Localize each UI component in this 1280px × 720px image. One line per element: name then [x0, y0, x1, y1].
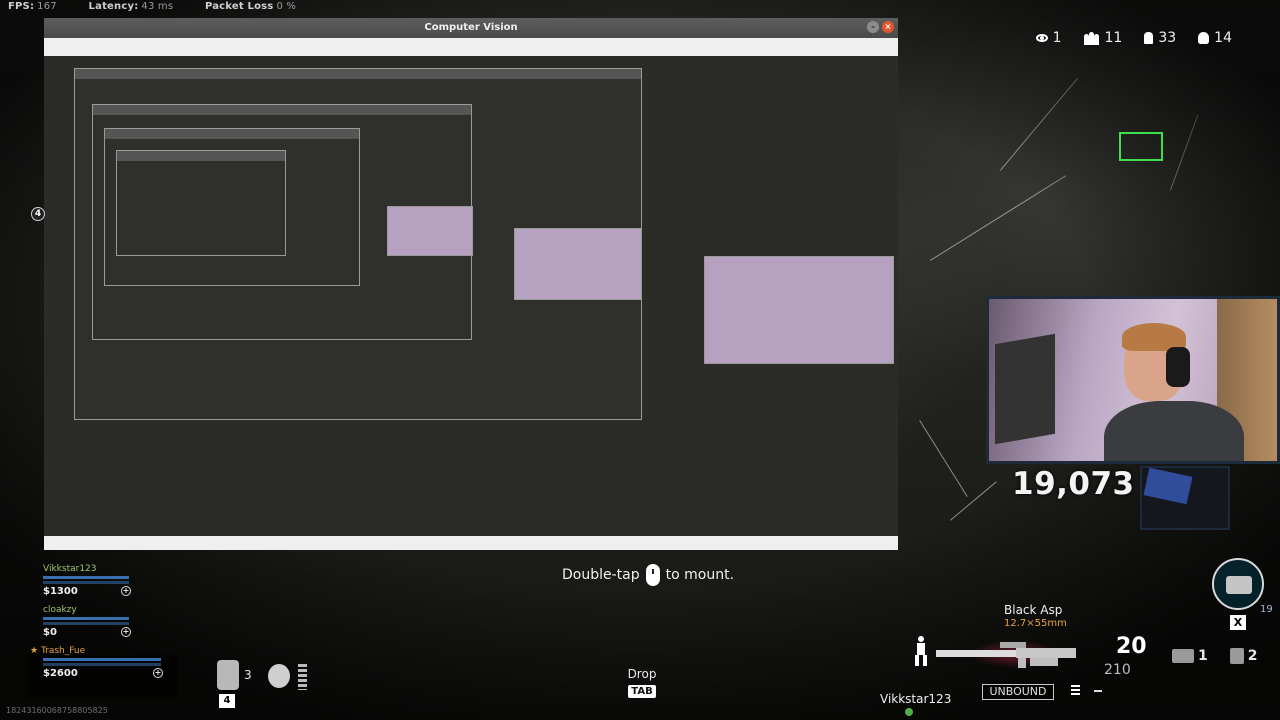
mirror-frame [116, 150, 286, 256]
killstreak-icon [1071, 685, 1080, 697]
lethal-count: 2 [1247, 648, 1258, 664]
member-cash: $1300 [43, 586, 78, 597]
squad-member: ★ Trash_Fue $2600 + [30, 646, 183, 679]
edge-marker: 19 [1260, 604, 1273, 615]
player-dot [905, 708, 913, 716]
fps-value: 167 [37, 1, 57, 12]
spectator-count: 1 [1052, 30, 1062, 46]
mirror-view [44, 56, 898, 536]
equipment-slots: 1 2 [1172, 648, 1258, 664]
tactical-count: 1 [1198, 648, 1208, 664]
stance-icon [912, 636, 930, 666]
leader-star-icon: ★ [30, 646, 39, 656]
health-bar [43, 658, 161, 661]
detection-box [1119, 132, 1163, 161]
skull-icon [1198, 32, 1210, 44]
squad-member: cloakzy $0 + [43, 605, 183, 638]
mount-prompt: Double-tap to mount. [562, 564, 734, 586]
tactical-slot: 1 [1172, 648, 1208, 664]
member-cash: $0 [43, 627, 57, 638]
armor-plate-icon [217, 660, 239, 690]
squad-member: Vikkstar123 $1300 + [43, 564, 183, 597]
member-name: cloakzy [43, 605, 77, 615]
member-name: Vikkstar123 [43, 564, 97, 574]
packet-loss-value: 0 % [276, 1, 297, 12]
session-id: 18243160068758805825 [6, 706, 108, 715]
packet-loss-label: Packet Loss [204, 1, 274, 12]
eye-icon [1035, 34, 1048, 42]
mirror-cam [387, 206, 473, 256]
health-bar [43, 576, 129, 579]
plus-icon: + [121, 586, 131, 596]
weapon-caliber: 12.7×55mm [1004, 618, 1067, 629]
supply-box-icon[interactable] [1212, 558, 1264, 610]
streamer [1104, 321, 1244, 461]
players-counter: 33 [1144, 30, 1176, 46]
match-counters: 1 11 33 14 [1035, 30, 1232, 46]
mount-text-after: to mount. [665, 567, 735, 583]
headset-icon [1166, 347, 1190, 387]
member-cash: $2600 [43, 668, 78, 679]
member-name: Trash_Fue [40, 646, 86, 656]
window-titlebar[interactable]: Computer Vision – × [44, 18, 898, 38]
window-title: Computer Vision [424, 22, 518, 33]
health-bar [43, 617, 129, 620]
unbound-slot: UNBOUND [982, 684, 1054, 700]
drop-prompt: Drop TAB [626, 667, 658, 698]
webcam-score: 19,073 [1012, 466, 1135, 502]
player-icon [1144, 32, 1154, 44]
squad-list: Vikkstar123 $1300 + cloakzy $0 + ★ Trash_F… [30, 564, 183, 687]
latency-label: Latency: [88, 1, 139, 12]
plus-icon: + [153, 668, 163, 678]
dash-icon [1094, 690, 1102, 692]
latency-value: 43 ms [141, 1, 174, 12]
webcam-feed [986, 296, 1280, 464]
mount-text-before: Double-tap [562, 567, 640, 583]
gas-mask-meter [298, 664, 307, 690]
plus-icon: + [121, 627, 131, 637]
mirror-cam [514, 228, 642, 300]
mouse-icon [645, 564, 660, 586]
kills-counter: 14 [1198, 30, 1232, 46]
keyboard-cam [1140, 466, 1230, 530]
spectator-counter: 1 [1035, 30, 1062, 46]
weapon-name: Black Asp [1004, 603, 1063, 617]
lethal-icon [1229, 648, 1244, 664]
squads-count: 11 [1104, 30, 1123, 46]
tactical-icon [1172, 649, 1194, 663]
capture-window: Computer Vision – × [44, 18, 898, 550]
squads-icon [1083, 31, 1100, 45]
gas-mask-icon [268, 664, 290, 688]
players-count: 33 [1158, 30, 1177, 46]
close-button[interactable]: × [882, 21, 894, 33]
kills-count: 14 [1214, 30, 1232, 46]
mirror-cam [704, 256, 894, 364]
fps-label: FPS: [8, 1, 35, 12]
ammo-reserve: 210 [1104, 662, 1131, 678]
player-nametag: Vikkstar123 [880, 692, 952, 706]
armor-bar [43, 622, 129, 625]
armor-bar [43, 663, 161, 666]
supply-keybind: X [1230, 615, 1246, 630]
armor-bar [43, 581, 129, 584]
rifle-icon [936, 642, 1076, 668]
drop-label: Drop [627, 667, 657, 681]
squads-counter: 11 [1083, 30, 1123, 46]
perf-overlay: FPS: 167 Latency: 43 ms Packet Loss 0 % [8, 1, 324, 12]
armor-keybind: 4 [219, 694, 235, 708]
lethal-slot: 2 [1229, 648, 1258, 664]
drop-keybind: TAB [628, 685, 656, 698]
armor-count: 3 [244, 668, 252, 682]
minimize-button[interactable]: – [867, 21, 879, 33]
ammo-magazine: 20 [1116, 634, 1147, 659]
squad-marker: 4 [31, 207, 45, 221]
